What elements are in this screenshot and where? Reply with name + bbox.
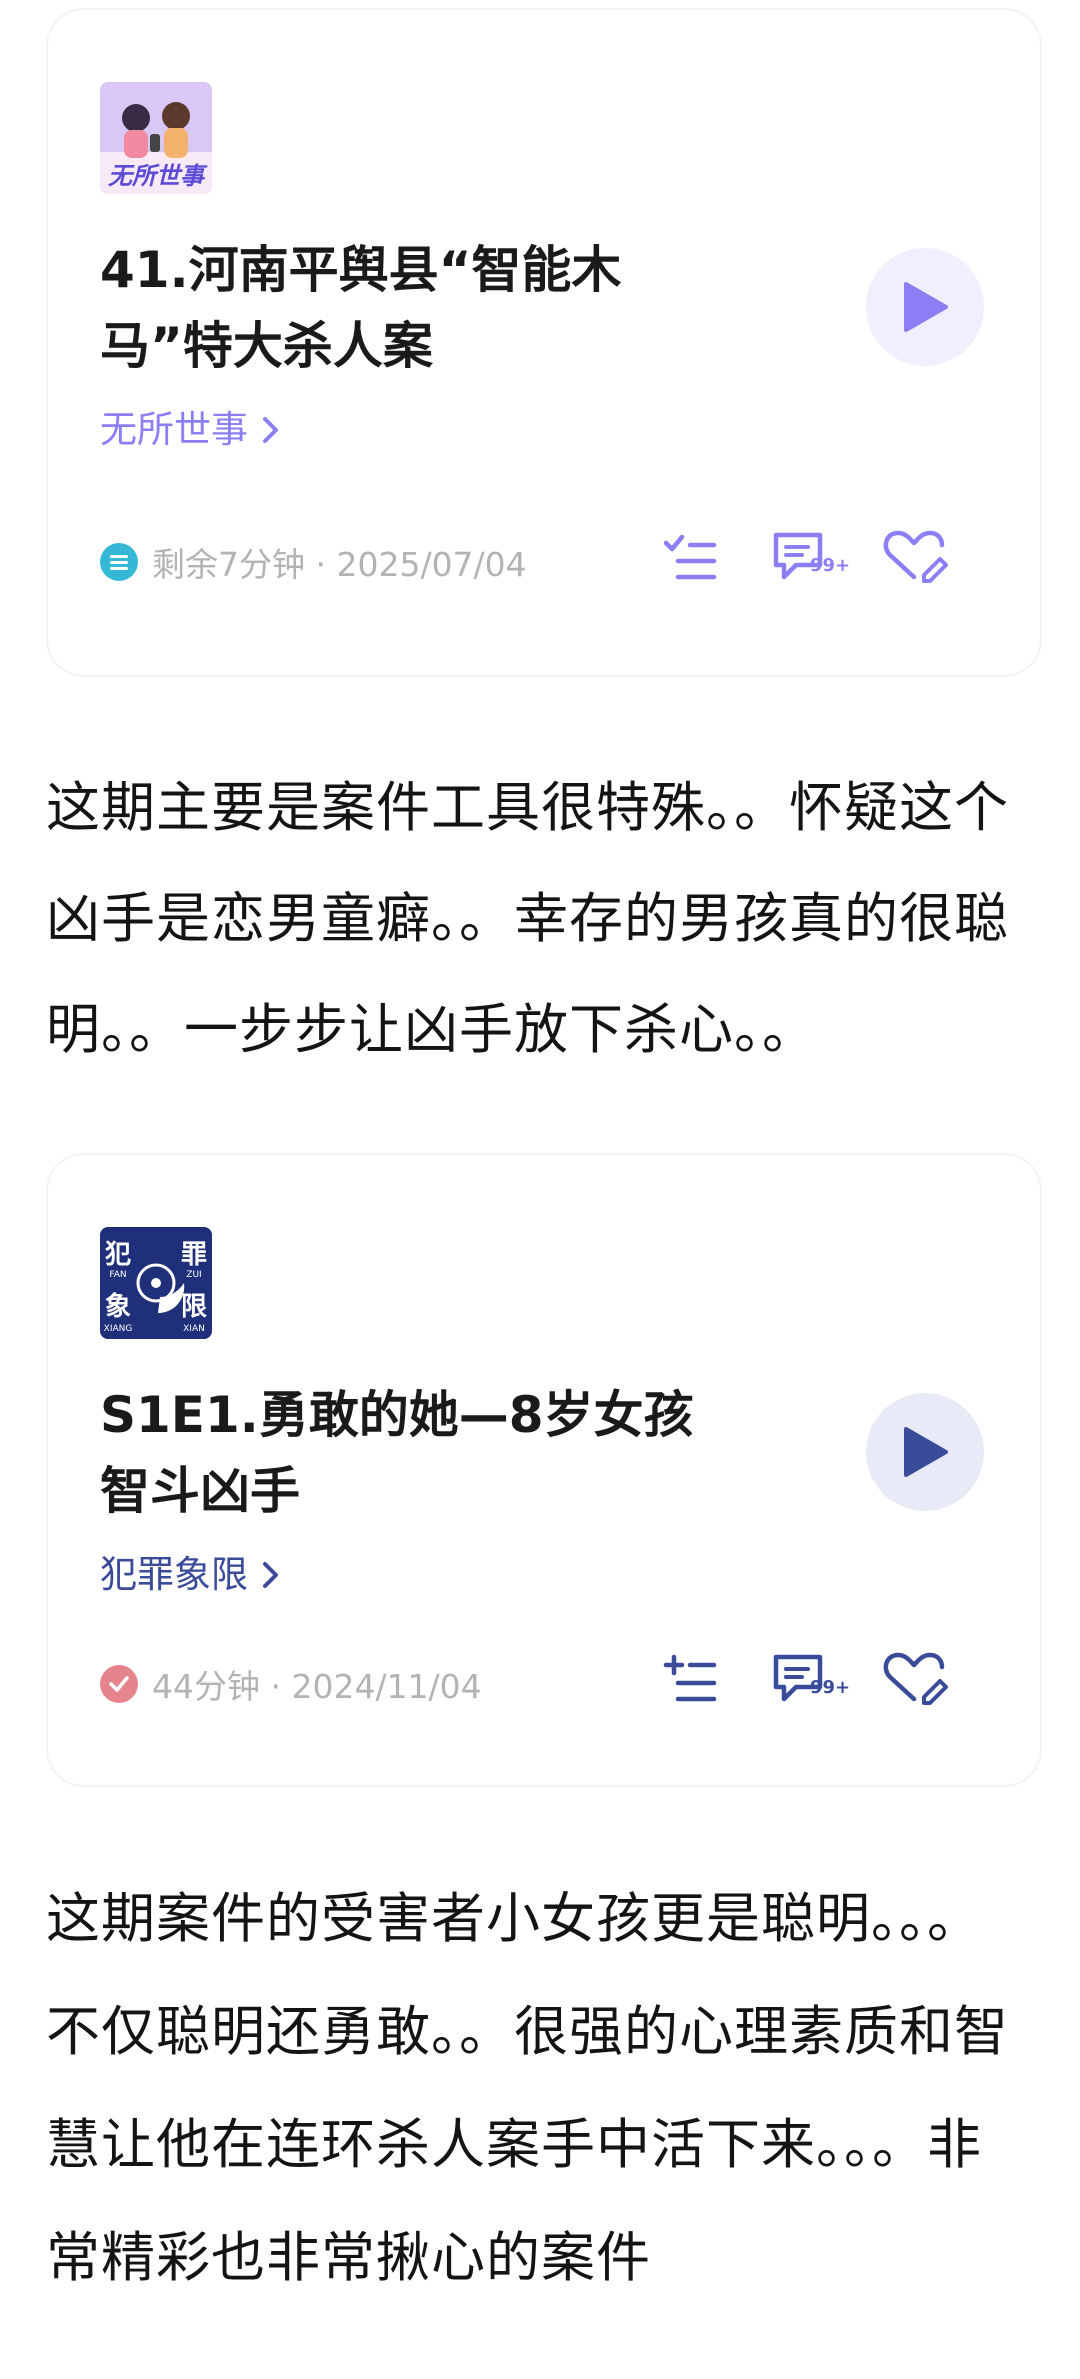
play-button[interactable] (866, 248, 984, 366)
svg-text:无所世事: 无所世事 (108, 162, 208, 190)
chevron-right-icon (263, 1562, 278, 1588)
play-icon (904, 1427, 948, 1477)
episode-card-2[interactable]: 犯 罪 象 限 FAN ZUI XIANG XIAN S1E1.勇敢的她—8岁女… (48, 1155, 1040, 1785)
comment-button[interactable]: 99+ (768, 1647, 850, 1711)
add-to-playlist-button[interactable] (656, 525, 726, 589)
favorite-button[interactable] (880, 525, 950, 589)
episode-meta: 44分钟 · 2024/11/04 (100, 1660, 482, 1708)
episode-title[interactable]: S1E1.勇敢的她—8岁女孩智斗凶手 (100, 1377, 740, 1529)
svg-text:ZUI: ZUI (186, 1270, 201, 1280)
add-to-playlist-button[interactable] (656, 1647, 726, 1711)
podcast-link[interactable]: 无所世事 (100, 405, 282, 455)
svg-text:XIANG: XIANG (104, 1324, 133, 1334)
play-icon (904, 282, 948, 332)
podcast-cover[interactable]: 犯 罪 象 限 FAN ZUI XIANG XIAN (100, 1227, 212, 1339)
podcast-cover[interactable]: 无所世事 (100, 82, 212, 194)
cover-art-icon: 犯 罪 象 限 FAN ZUI XIANG XIAN (100, 1227, 212, 1339)
favorite-icon (883, 530, 948, 583)
cover-art-icon: 无所世事 (100, 82, 212, 194)
comment-count-badge: 99+ (810, 555, 851, 576)
favorite-button[interactable] (880, 1647, 950, 1711)
add-to-playlist-icon (663, 534, 717, 580)
check-icon (100, 1665, 138, 1703)
podcast-link[interactable]: 犯罪象限 (100, 1550, 282, 1600)
add-to-playlist-icon (663, 1654, 717, 1702)
episode-meta: 剩余7分钟 · 2025/07/04 (100, 538, 527, 586)
favorite-icon (883, 1652, 948, 1705)
comment-text-1: 这期主要是案件工具很特殊。。怀疑这个凶手是恋男童癖。。幸存的男孩真的很聪明。。一… (46, 776, 1009, 1061)
svg-text:FAN: FAN (109, 1270, 126, 1280)
chevron-right-icon (263, 417, 278, 443)
list-icon (100, 543, 138, 581)
podcast-name: 犯罪象限 (100, 1553, 248, 1596)
svg-text:限: 限 (181, 1292, 207, 1322)
comment-count-badge: 99+ (810, 1677, 851, 1698)
svg-text:犯: 犯 (104, 1240, 131, 1270)
svg-text:XIAN: XIAN (183, 1324, 205, 1334)
podcast-name: 无所世事 (100, 408, 248, 451)
episode-title[interactable]: 41.河南平舆县“智能木马”特大杀人案 (100, 232, 740, 384)
episode-card-1[interactable]: 无所世事 41.河南平舆县“智能木马”特大杀人案 无所世事 剩余7分钟 · 20… (48, 10, 1040, 675)
meta-text: 剩余7分钟 · 2025/07/04 (152, 545, 527, 584)
play-button[interactable] (866, 1393, 984, 1511)
svg-text:象: 象 (105, 1291, 131, 1322)
comment-button[interactable]: 99+ (768, 525, 850, 589)
svg-text:罪: 罪 (181, 1240, 207, 1270)
comment-text-2: 这期案件的受害者小女孩更是聪明。。。不仅聪明还勇敢。。很强的心理素质和智慧让他在… (46, 1887, 1009, 2289)
meta-text: 44分钟 · 2024/11/04 (152, 1667, 482, 1706)
